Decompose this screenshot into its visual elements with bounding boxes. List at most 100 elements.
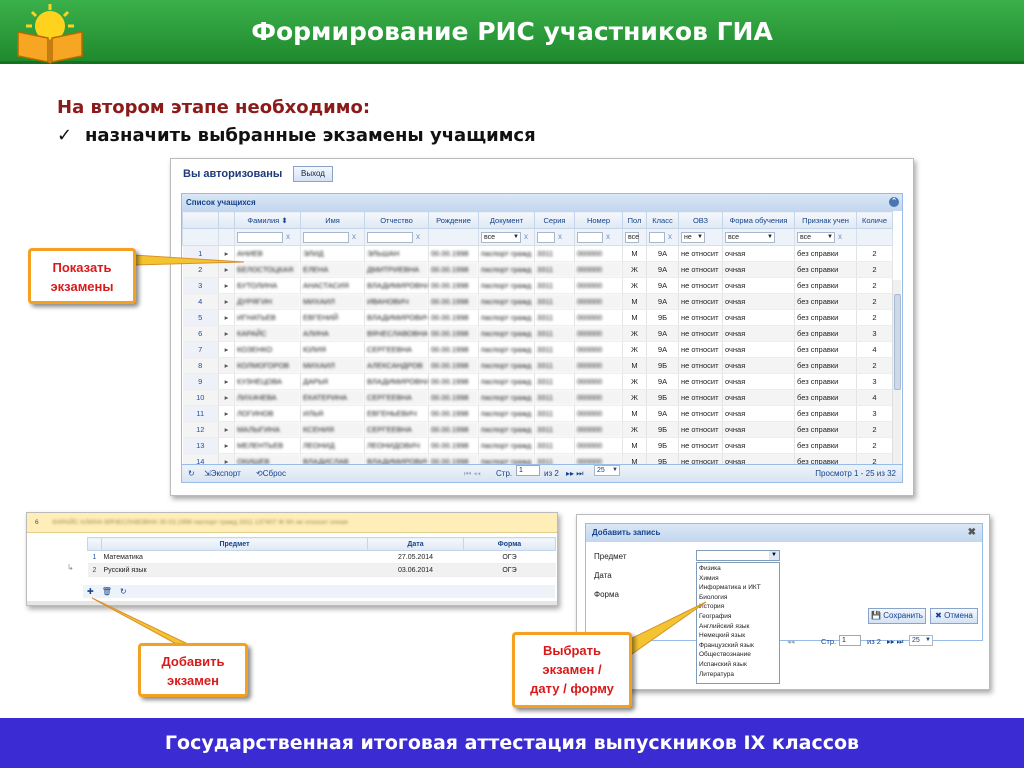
dropdown-option[interactable]: Биология: [699, 593, 777, 603]
row-expander-icon[interactable]: ▸: [218, 341, 235, 358]
col-header[interactable]: Номер: [574, 211, 623, 229]
col-header[interactable]: Форма обучения: [722, 211, 795, 229]
row-expander-icon[interactable]: ▸: [218, 405, 235, 422]
table-row[interactable]: 9 ▸ КУЗНЕЦОВА ДАРЬЯ ВЛАДИМИРОВНА 00.00.1998 па…: [182, 373, 893, 390]
clear-icon[interactable]: x: [286, 232, 290, 241]
col-header[interactable]: Имя: [300, 211, 365, 229]
add-icon[interactable]: ✚: [87, 587, 94, 596]
table-row[interactable]: 10 ▸ ЛИХАЧЕВА ЕКАТЕРИНА СЕРГЕЕВНА 00.00.1998 п…: [182, 389, 893, 406]
row-expander-icon[interactable]: ▸: [218, 293, 235, 310]
row-expander-icon[interactable]: ▸: [218, 357, 235, 374]
table-row[interactable]: 6 ▸ КАРАЙС АЛИНА ВЯЧЕСЛАВОВНА 00.00.1998 паспо…: [182, 325, 893, 342]
cancel-button[interactable]: ✖ Отмена: [930, 608, 978, 624]
filter-select[interactable]: все ▼: [481, 231, 521, 243]
col-header[interactable]: Пол: [622, 211, 647, 229]
table-row[interactable]: 12 ▸ МАЛЫГИНА КСЕНИЯ СЕРГЕЕВНА 00.00.1998 пасп…: [182, 421, 893, 438]
clear-icon[interactable]: x: [352, 232, 356, 241]
clear-icon[interactable]: x: [838, 232, 842, 241]
dropdown-option[interactable]: География: [699, 612, 777, 622]
clear-icon[interactable]: x: [416, 232, 420, 241]
table-row[interactable]: 1 Математика 27.05.2014 ОГЭ: [87, 550, 556, 564]
dropdown-option[interactable]: Английский язык: [699, 622, 777, 632]
scroll-thumb[interactable]: [894, 294, 901, 390]
col-header[interactable]: Форма: [463, 537, 556, 551]
row-expander-icon[interactable]: ▸: [218, 261, 235, 278]
col-header[interactable]: Отчество: [364, 211, 429, 229]
table-row[interactable]: 8 ▸ КОЛМОГОРОВ МИХАИЛ АЛЕКСАНДРОВ 00.00.1998 п…: [182, 357, 893, 374]
col-header[interactable]: Фамилия ⬍: [234, 211, 301, 229]
clear-icon[interactable]: x: [668, 232, 672, 241]
clear-icon[interactable]: x: [606, 232, 610, 241]
row-expander-icon[interactable]: ▸: [218, 437, 235, 454]
filter-input[interactable]: [537, 231, 555, 243]
delete-icon[interactable]: 🗑: [102, 587, 112, 596]
save-button[interactable]: 💾 Сохранить: [868, 608, 926, 624]
logout-button[interactable]: Выход: [293, 166, 333, 182]
page-size-select[interactable]: 25 ▼: [594, 465, 620, 476]
clear-icon[interactable]: x: [558, 232, 562, 241]
row-expander-icon[interactable]: ▸: [218, 245, 235, 262]
row-expander-icon[interactable]: ▸: [218, 325, 235, 342]
filter-input[interactable]: [649, 231, 665, 243]
dropdown-option[interactable]: Информатика и ИКТ: [699, 583, 777, 593]
col-header[interactable]: Серия: [534, 211, 575, 229]
dropdown-option[interactable]: Обществознание: [699, 650, 777, 660]
clear-icon[interactable]: x: [524, 232, 528, 241]
dropdown-option[interactable]: Химия: [699, 574, 777, 584]
next-page-icon[interactable]: ▸▸ ⏭: [887, 635, 903, 649]
subject-select[interactable]: ▼: [696, 550, 780, 561]
row-expander-icon[interactable]: ▸: [218, 373, 235, 390]
filter-select[interactable]: не ▼: [681, 231, 705, 243]
col-header[interactable]: Количе: [856, 211, 893, 229]
col-header[interactable]: Документ: [478, 211, 535, 229]
page-input[interactable]: 1: [839, 635, 861, 646]
table-row[interactable]: 3 ▸ БУТОЛИНА АНАСТАСИЯ ВЛАДИМИРОВНА 00.00.199…: [182, 277, 893, 294]
row-expander-icon[interactable]: ▸: [218, 421, 235, 438]
table-row[interactable]: 2 Русский язык 03.06.2014 ОГЭ: [87, 563, 556, 577]
collapse-icon[interactable]: ⌃: [889, 197, 899, 207]
refresh-icon[interactable]: ↻: [188, 465, 195, 482]
dropdown-option[interactable]: История: [699, 602, 777, 612]
row-expander-icon[interactable]: ▸: [218, 277, 235, 294]
col-header[interactable]: Класс: [646, 211, 679, 229]
dropdown-option[interactable]: Физика: [699, 564, 777, 574]
filter-input[interactable]: [367, 231, 413, 243]
dropdown-option[interactable]: Испанский язык: [699, 660, 777, 670]
filter-select[interactable]: все: [625, 231, 639, 243]
filter-input[interactable]: [237, 231, 283, 243]
table-row[interactable]: 7 ▸ КОЗЕНКО ЮЛИЯ СЕРГЕЕВНА 00.00.1998 паспорт …: [182, 341, 893, 358]
filter-select[interactable]: все ▼: [725, 231, 775, 243]
page-input[interactable]: 1: [516, 465, 540, 476]
filter-input[interactable]: [303, 231, 349, 243]
table-row[interactable]: 5 ▸ ИГНАТЬЕВ ЕВГЕНИЙ ВЛАДИМИРОВИЧ 00.00.1998 п…: [182, 309, 893, 326]
filter-input[interactable]: [577, 231, 603, 243]
filter-select[interactable]: все ▼: [797, 231, 835, 243]
refresh-icon[interactable]: ↻: [120, 587, 127, 596]
close-icon[interactable]: ✖: [968, 524, 976, 542]
export-button[interactable]: ⇲ Экспорт: [204, 465, 241, 482]
first-page-icon[interactable]: ◂◂: [787, 635, 795, 649]
selected-student-row[interactable]: 6 КАРАЙС АЛИНА ВЯЧЕСЛАВОВНА 30.03.1998 па…: [27, 513, 557, 533]
row-expander-icon[interactable]: ↳: [67, 563, 74, 572]
reset-button[interactable]: ⟲ Сброс: [256, 465, 286, 482]
dropdown-option[interactable]: Немецкий язык: [699, 631, 777, 641]
col-header[interactable]: Дата: [367, 537, 464, 551]
col-header[interactable]: Признак учен: [794, 211, 857, 229]
dropdown-option[interactable]: Литература: [699, 670, 777, 680]
chevron-down-icon[interactable]: ▼: [769, 551, 779, 560]
row-expander-icon[interactable]: ▸: [218, 389, 235, 406]
table-row[interactable]: 11 ▸ ЛОГИНОВ ИЛЬЯ ЕВГЕНЬЕВИЧ 00.00.1998 паспор…: [182, 405, 893, 422]
page-size-select[interactable]: 25 ▼: [909, 635, 933, 646]
col-header[interactable]: Предмет: [101, 537, 368, 551]
table-row[interactable]: 2 ▸ БЕЛОСТОЦКАЯ ЕЛЕНА ДМИТРИЕВНА 00.00.1998 па…: [182, 261, 893, 278]
table-row[interactable]: 1 ▸ АНИЕВ ЭЛИД ЭЛЬШАН 00.00.1998 паспорт гражд…: [182, 245, 893, 262]
col-header[interactable]: ОВЗ: [678, 211, 723, 229]
table-row[interactable]: 4 ▸ ДУРЯГИН МИХАИЛ ИВАНОВИЧ 00.00.1998 паспорт…: [182, 293, 893, 310]
table-row[interactable]: 13 ▸ МЕЛЕНТЬЕВ ЛЕОНИД ЛЕОНИДОВИЧ 00.00.1998 па…: [182, 437, 893, 454]
first-page-icon[interactable]: ⏮ ◂◂: [464, 465, 481, 482]
col-header[interactable]: Рождение: [428, 211, 479, 229]
next-page-icon[interactable]: ▸▸ ⏭: [566, 465, 583, 482]
vertical-scrollbar[interactable]: [892, 280, 901, 464]
dropdown-option[interactable]: Французский язык: [699, 641, 777, 651]
row-expander-icon[interactable]: ▸: [218, 309, 235, 326]
